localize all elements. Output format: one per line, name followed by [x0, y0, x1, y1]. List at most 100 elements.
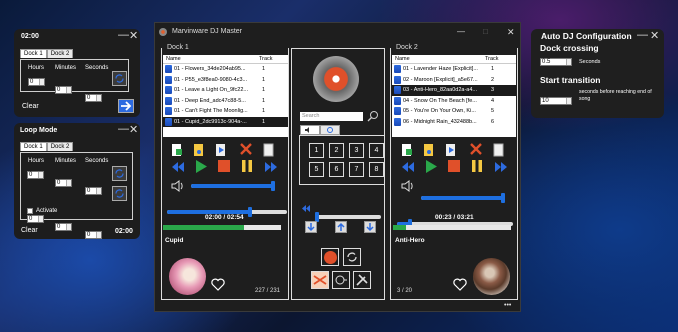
tab-dock2[interactable]: Dock 2 — [46, 49, 74, 58]
loop-start-seconds[interactable]: 0 — [85, 187, 102, 195]
tab-dock1[interactable]: Dock 1 — [20, 142, 47, 151]
column-name[interactable]: Name — [392, 56, 482, 62]
loop-start-hours[interactable]: 0 — [27, 171, 44, 179]
dock1-track-list[interactable]: Name Track 01 - Flowers_34de204ab95... 1 0… — [163, 55, 288, 137]
maximize-button[interactable]: □ — [483, 27, 488, 37]
track-row[interactable]: 01 - Flowers_34de204ab95... 1 — [163, 64, 288, 75]
track-row[interactable]: 03 - Anti-Hero_82aa0d2a-a4... 3 — [392, 85, 516, 96]
shuffle-button[interactable] — [311, 271, 329, 289]
track-row[interactable]: 01 - Can't Fight The Moonlig... 1 — [163, 106, 288, 117]
minimize-button[interactable]: — — [457, 27, 465, 37]
arrow-down-icon[interactable] — [364, 221, 376, 233]
minimize-button[interactable]: — — [118, 30, 129, 41]
crossfader-slider[interactable] — [315, 212, 381, 222]
document-icon[interactable] — [263, 143, 275, 157]
record-button[interactable] — [321, 248, 339, 266]
track-row[interactable]: 01 - Lavender Haze [Explicit]... 1 — [392, 64, 516, 75]
add-file-icon[interactable] — [171, 143, 183, 157]
play-icon[interactable] — [194, 159, 208, 174]
minimize-button[interactable]: — — [637, 30, 648, 41]
track-row[interactable]: 01 - Cupid_2dc9913c-904a-... 1 — [163, 116, 288, 127]
minimize-button[interactable]: — — [118, 124, 129, 135]
add-file-icon[interactable] — [401, 143, 413, 157]
refresh-button[interactable] — [112, 186, 127, 201]
document-icon[interactable] — [493, 143, 505, 157]
next-icon[interactable] — [494, 161, 508, 173]
arrow-up-icon[interactable] — [335, 221, 347, 233]
favorite-heart-icon[interactable] — [211, 278, 225, 291]
track-row[interactable]: 05 - You're On Your Own, Ki... 5 — [392, 106, 516, 117]
play-icon[interactable] — [424, 159, 438, 174]
center-tab-sync[interactable] — [320, 125, 340, 135]
dock2-volume-slider[interactable] — [421, 193, 505, 203]
dock-crossing-input[interactable]: 0.5 — [540, 58, 572, 66]
more-options-button[interactable]: ••• — [504, 302, 511, 309]
track-row[interactable]: 01 - P55_e3f8ea0-9080-4c3... 1 — [163, 75, 288, 86]
column-track[interactable]: Track — [256, 56, 273, 62]
pad-button-1[interactable]: 1 — [309, 143, 324, 158]
search-input[interactable]: Search — [300, 112, 363, 121]
center-tab-volume[interactable] — [300, 125, 320, 135]
activate-checkbox[interactable] — [27, 208, 33, 214]
stop-icon[interactable] — [447, 159, 461, 173]
refresh-button[interactable] — [112, 71, 127, 86]
close-button[interactable]: ✕ — [129, 31, 138, 42]
pad-button-5[interactable]: 5 — [309, 162, 324, 177]
refresh-button[interactable] — [112, 166, 127, 181]
folder-music-icon[interactable] — [423, 143, 435, 157]
previous-icon[interactable] — [401, 161, 415, 173]
previous-icon[interactable] — [171, 161, 185, 173]
clear-button[interactable]: Clear — [21, 227, 38, 234]
pad-button-4[interactable]: 4 — [369, 143, 384, 158]
tab-dock2[interactable]: Dock 2 — [46, 142, 74, 151]
pad-button-6[interactable]: 6 — [329, 162, 344, 177]
tab-dock1[interactable]: Dock 1 — [20, 49, 47, 58]
minutes-input[interactable]: 0 — [55, 86, 72, 94]
track-row[interactable]: 06 - Midnight Rain_432488b... 6 — [392, 117, 516, 128]
pad-button-8[interactable]: 8 — [369, 162, 384, 177]
loop-end-seconds[interactable]: 0 — [85, 231, 102, 239]
clear-button[interactable]: Clear — [22, 103, 39, 110]
pause-icon[interactable] — [240, 159, 254, 173]
delete-icon[interactable] — [239, 142, 253, 156]
favorite-heart-icon[interactable] — [453, 278, 467, 291]
reload-button[interactable] — [343, 248, 361, 266]
crossfade-left-icon[interactable] — [301, 204, 311, 213]
search-icon[interactable] — [367, 110, 379, 122]
dock2-track-list[interactable]: Name Track 01 - Lavender Haze [Explicit]… — [392, 55, 516, 137]
arrow-down-icon[interactable] — [305, 221, 317, 233]
column-track[interactable]: Track — [482, 56, 499, 62]
delete-icon[interactable] — [469, 142, 483, 156]
close-button[interactable]: ✕ — [507, 27, 515, 37]
next-icon[interactable] — [264, 161, 278, 173]
seconds-input[interactable]: 0 — [85, 94, 102, 102]
volume-icon[interactable] — [401, 180, 415, 192]
loop-end-hours[interactable]: 0 — [27, 215, 44, 223]
playlist-icon[interactable] — [445, 143, 457, 157]
list-header: Name Track — [392, 55, 516, 64]
pause-icon[interactable] — [470, 159, 484, 173]
pad-button-7[interactable]: 7 — [349, 162, 364, 177]
close-button[interactable]: ✕ — [650, 31, 659, 42]
start-transition-input[interactable]: 10 — [540, 97, 572, 105]
track-row[interactable]: 01 - Deep End_adc47c88-5... 1 — [163, 96, 288, 107]
track-row[interactable]: 02 - Maroon [Explicit]_a5e67... 2 — [392, 75, 516, 86]
dock1-volume-slider[interactable] — [191, 181, 275, 191]
close-button[interactable]: ✕ — [129, 125, 138, 136]
audio-file-icon — [165, 117, 172, 126]
go-button[interactable] — [118, 99, 134, 113]
track-row[interactable]: 01 - Leave a Light On_9fc22... 1 — [163, 85, 288, 96]
loop-start-minutes[interactable]: 0 — [55, 179, 72, 187]
automix-button[interactable] — [332, 271, 350, 289]
hours-input[interactable]: 0 — [28, 78, 45, 86]
pad-button-3[interactable]: 3 — [349, 143, 364, 158]
volume-icon[interactable] — [171, 180, 185, 192]
folder-music-icon[interactable] — [193, 143, 205, 157]
track-row[interactable]: 04 - Snow On The Beach [fe... 4 — [392, 96, 516, 107]
column-name[interactable]: Name — [163, 56, 256, 62]
playlist-icon[interactable] — [215, 143, 227, 157]
pad-button-2[interactable]: 2 — [329, 143, 344, 158]
stop-icon[interactable] — [217, 159, 231, 173]
loop-end-minutes[interactable]: 0 — [55, 223, 72, 231]
tools-button[interactable] — [353, 271, 371, 289]
